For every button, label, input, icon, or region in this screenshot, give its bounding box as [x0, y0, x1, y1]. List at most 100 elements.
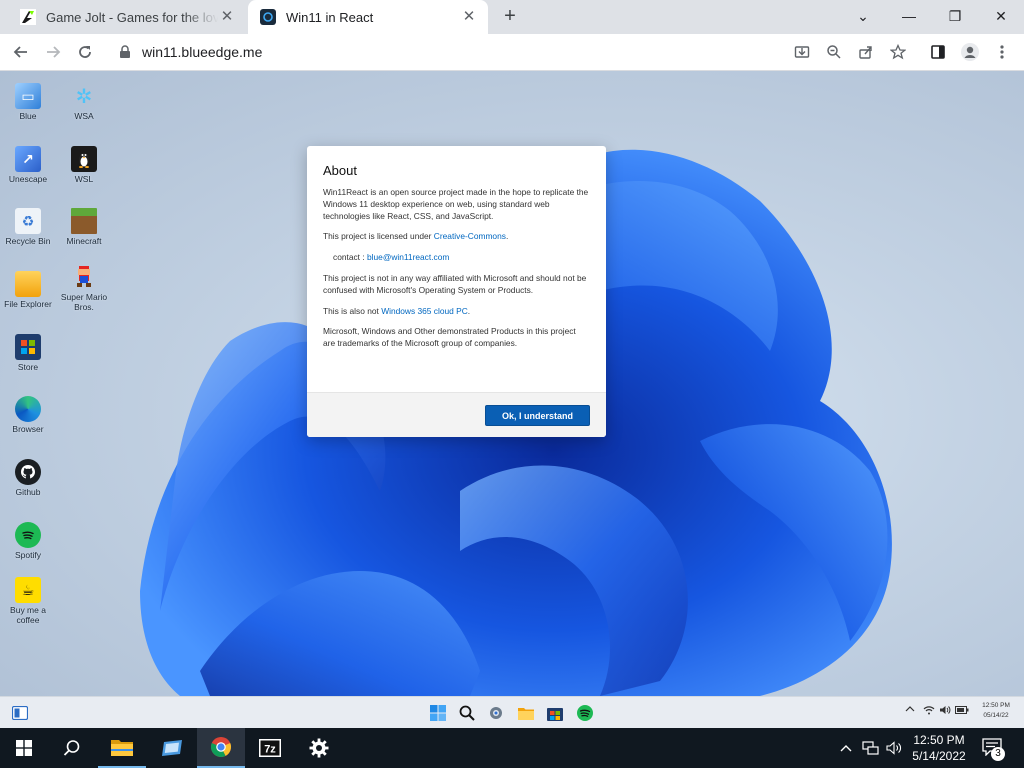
- affiliation-disclaimer: This project is not in any way affiliate…: [323, 272, 587, 295]
- win11-desktop: ▭ Blue ↗ Unescape ♻ Recycle Bin File Exp…: [0, 71, 1024, 696]
- 7zip-icon: 7z: [259, 739, 281, 757]
- about-description: Win11React is an open source project mad…: [323, 187, 589, 221]
- start-button[interactable]: [0, 728, 48, 768]
- close-tab-icon[interactable]: ✕: [218, 8, 236, 26]
- tab-search-chevron-icon[interactable]: ⌄: [840, 0, 886, 32]
- mario-icon: [71, 264, 97, 290]
- creative-commons-link[interactable]: Creative-Commons: [434, 231, 506, 241]
- address-bar[interactable]: win11.blueedge.me: [106, 37, 786, 67]
- coffee-icon: ☕: [15, 577, 41, 603]
- desktop-icon-spotify[interactable]: Spotify: [0, 522, 56, 560]
- host-file-explorer-button[interactable]: [98, 728, 146, 768]
- close-tab-icon[interactable]: ✕: [460, 8, 478, 26]
- host-chrome-button[interactable]: [197, 728, 245, 768]
- close-window-button[interactable]: ✕: [978, 0, 1024, 32]
- github-icon: [15, 459, 41, 485]
- desktop-icon-minecraft[interactable]: Minecraft: [56, 208, 112, 246]
- unescape-icon: ↗: [15, 146, 41, 172]
- browser-tab-strip: Game Jolt - Games for the love of ✕ Win1…: [0, 0, 1024, 34]
- spotify-icon: [15, 522, 41, 548]
- tab-title: Game Jolt - Games for the love of: [46, 9, 218, 25]
- windows-logo-icon: [16, 740, 32, 756]
- remote-desktop-icon: [162, 740, 182, 756]
- desktop-icon-buy-me-a-coffee[interactable]: ☕ Buy me a coffee: [0, 577, 56, 625]
- host-network-icon[interactable]: [860, 728, 882, 768]
- trademark-notice: Microsoft, Windows and Other demonstrate…: [323, 326, 576, 349]
- linux-penguin-icon: [71, 146, 97, 172]
- host-taskbar: 7z 12:50 PM 5/14/2022 3: [0, 728, 1024, 768]
- wsa-icon: ✲: [75, 85, 93, 108]
- host-settings-button[interactable]: [295, 728, 343, 768]
- tray-chevron-up-icon[interactable]: [905, 705, 915, 716]
- folder-icon: [111, 740, 133, 756]
- forward-arrow-icon[interactable]: [40, 39, 66, 65]
- profile-avatar-icon[interactable]: [958, 40, 982, 64]
- volume-icon[interactable]: [939, 705, 951, 718]
- minimize-button[interactable]: —: [886, 0, 932, 32]
- desktop-icon-unescape[interactable]: ↗ Unescape: [0, 146, 56, 184]
- desktop-icon-store[interactable]: Store: [0, 334, 56, 372]
- edge-icon: [15, 396, 41, 422]
- host-clock[interactable]: 12:50 PM 5/14/2022: [906, 732, 972, 764]
- store-icon: [15, 334, 41, 360]
- desktop-icon-browser[interactable]: Browser: [0, 396, 56, 434]
- svg-text:7z: 7z: [264, 744, 276, 756]
- side-panel-icon[interactable]: [926, 40, 950, 64]
- install-app-icon[interactable]: [790, 40, 814, 64]
- more-menu-icon[interactable]: [990, 40, 1014, 64]
- contact-line: contact : blue@win11react.com: [333, 252, 450, 263]
- host-tray-chevron-icon[interactable]: [836, 728, 856, 768]
- store-icon[interactable]: [545, 703, 565, 723]
- contact-email-link[interactable]: blue@win11react.com: [367, 252, 449, 262]
- ok-understand-button[interactable]: Ok, I understand: [485, 405, 590, 426]
- host-7zip-button[interactable]: 7z: [246, 728, 294, 768]
- win11-clock[interactable]: 12:50 PM 05/14/22: [976, 701, 1016, 721]
- license-line: This project is licensed under Creative-…: [323, 231, 509, 242]
- win11react-favicon-icon: [260, 9, 276, 25]
- tab-win11-in-react[interactable]: Win11 in React ✕: [248, 0, 488, 34]
- chrome-icon: [210, 737, 232, 757]
- minecraft-icon: [71, 208, 97, 234]
- dialog-footer: Ok, I understand: [307, 392, 606, 437]
- gear-icon: [309, 738, 329, 758]
- tab-title: Win11 in React: [286, 9, 374, 25]
- back-arrow-icon[interactable]: [8, 39, 34, 65]
- lock-icon: [118, 45, 132, 59]
- desktop-icon-wsa[interactable]: ✲ WSA: [56, 83, 112, 122]
- notification-count-badge: 3: [991, 747, 1005, 761]
- host-search-button[interactable]: [48, 728, 96, 768]
- desktop-icon-super-mario[interactable]: Super Mario Bros.: [56, 264, 112, 312]
- zoom-out-icon[interactable]: [822, 40, 846, 64]
- game-jolt-favicon-icon: [20, 9, 36, 25]
- desktop-icon-blue[interactable]: ▭ Blue: [0, 83, 56, 121]
- win11-taskbar: 12:50 PM 05/14/22: [0, 696, 1024, 728]
- wifi-icon[interactable]: [923, 705, 935, 718]
- tab-game-jolt[interactable]: Game Jolt - Games for the love of ✕: [8, 0, 246, 34]
- spotify-icon[interactable]: [575, 703, 595, 723]
- action-center-button[interactable]: 3: [982, 738, 1005, 761]
- file-explorer-icon[interactable]: [516, 703, 536, 723]
- dialog-title: About: [323, 163, 357, 178]
- desktop-icon-file-explorer[interactable]: File Explorer: [0, 271, 56, 309]
- url-text: win11.blueedge.me: [142, 44, 263, 60]
- folder-icon: [15, 271, 41, 297]
- windows-365-link[interactable]: Windows 365 cloud PC: [381, 306, 468, 316]
- desktop-icon-github[interactable]: Github: [0, 459, 56, 497]
- restore-button[interactable]: ❐: [932, 0, 978, 32]
- battery-icon[interactable]: [955, 705, 969, 718]
- recycle-bin-icon: ♻: [15, 208, 41, 234]
- host-remote-desktop-button[interactable]: [148, 728, 196, 768]
- share-icon[interactable]: [854, 40, 878, 64]
- settings-gear-icon[interactable]: [486, 703, 506, 723]
- new-tab-button[interactable]: +: [499, 5, 521, 27]
- search-icon[interactable]: [457, 703, 477, 723]
- widgets-icon[interactable]: [10, 703, 30, 723]
- host-volume-icon[interactable]: [884, 728, 904, 768]
- windows-365-line: This is also not Windows 365 cloud PC.: [323, 305, 471, 316]
- start-windows-icon[interactable]: [428, 703, 448, 723]
- desktop-icon-recycle-bin[interactable]: ♻ Recycle Bin: [0, 208, 56, 246]
- bookmark-star-icon[interactable]: [886, 40, 910, 64]
- reload-icon[interactable]: [72, 39, 98, 65]
- desktop-icon-wsl[interactable]: WSL: [56, 146, 112, 184]
- about-dialog: About Win11React is an open source proje…: [307, 146, 606, 437]
